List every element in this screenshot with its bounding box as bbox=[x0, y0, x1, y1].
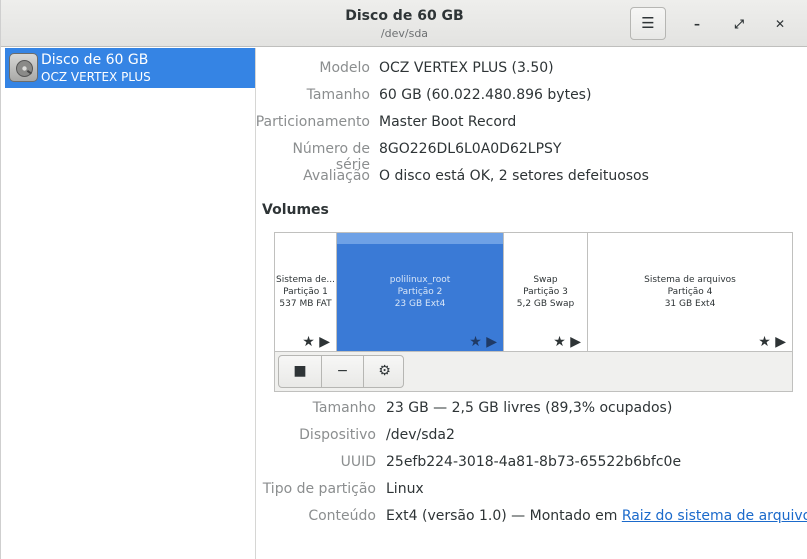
partition-star-play-icon: ★ ▶ bbox=[469, 334, 497, 350]
maximize-button[interactable]: ⤢ bbox=[728, 13, 750, 35]
volume-toolbar: ■ − ⚙ bbox=[274, 352, 793, 392]
partition-name: Sistema de arquivos bbox=[644, 275, 736, 285]
partition-name: polilinux_root bbox=[389, 275, 451, 285]
partition-name: Sistema de... bbox=[276, 275, 335, 285]
assessment-value: O disco está OK, 2 setores defeituosos bbox=[379, 168, 649, 184]
partition-star-play-icon: ★ ▶ bbox=[758, 334, 786, 350]
partition-type-value: Linux bbox=[386, 481, 424, 497]
stop-icon: ■ bbox=[293, 363, 307, 379]
partition-star-play-icon: ★ ▶ bbox=[302, 334, 330, 350]
contents-label: Conteúdo bbox=[308, 508, 376, 524]
device-value: /dev/sda2 bbox=[386, 427, 455, 443]
partition-options-button[interactable]: ⚙ bbox=[363, 356, 405, 387]
disks-window: Disco de 60 GB /dev/sda ☰ – ⤢ ✕ Disco de… bbox=[0, 0, 807, 559]
minimize-button[interactable]: – bbox=[686, 13, 708, 35]
minus-icon: − bbox=[336, 363, 349, 379]
hamburger-icon: ☰ bbox=[641, 14, 655, 32]
volume-map: Sistema de... Partição 1 537 MB FAT ★ ▶ … bbox=[274, 232, 793, 352]
assessment-label: Avaliação bbox=[303, 168, 370, 184]
maximize-icon: ⤢ bbox=[734, 17, 744, 31]
partition-star-play-icon: ★ ▶ bbox=[553, 334, 581, 350]
close-icon: ✕ bbox=[774, 17, 786, 31]
partition-name: Swap bbox=[533, 275, 558, 285]
serial-value: 8GO226DL6L0A0D62LPSY bbox=[379, 141, 562, 157]
size-label: Tamanho bbox=[306, 87, 370, 103]
partition-type-label: Tipo de partição bbox=[262, 481, 376, 497]
minimize-icon: – bbox=[694, 17, 700, 31]
menu-button[interactable]: ☰ bbox=[630, 7, 666, 40]
partition-number: Partição 3 bbox=[523, 287, 568, 297]
partition-number: Partição 4 bbox=[667, 287, 713, 297]
drive-name: Disco de 60 GB bbox=[41, 52, 149, 68]
partition-info: 31 GB Ext4 bbox=[664, 299, 716, 309]
sidebar-item-disk[interactable]: Disco de 60 GB OCZ VERTEX PLUS bbox=[5, 48, 255, 88]
close-button[interactable]: ✕ bbox=[769, 13, 791, 35]
volumes-heading: Volumes bbox=[262, 202, 329, 218]
disk-icon bbox=[9, 53, 38, 82]
disk-details: Modelo OCZ VERTEX PLUS (3.50) Tamanho 60… bbox=[256, 48, 807, 559]
partition-3[interactable]: Swap Partição 3 5,2 GB Swap ★ ▶ bbox=[504, 233, 588, 351]
volume-button-group: ■ − ⚙ bbox=[278, 355, 404, 388]
mount-point-link[interactable]: Raiz do sistema de arquivos bbox=[622, 508, 807, 524]
sidebar: Disco de 60 GB OCZ VERTEX PLUS bbox=[1, 48, 256, 559]
gears-icon: ⚙ bbox=[378, 363, 391, 379]
uuid-label: UUID bbox=[340, 454, 376, 470]
model-label: Modelo bbox=[319, 60, 370, 76]
header-bar: Disco de 60 GB /dev/sda ☰ – ⤢ ✕ bbox=[1, 0, 807, 47]
uuid-value: 25efb224-3018-4a81-8b73-65522b6bfc0e bbox=[386, 454, 682, 470]
volume-size-value: 23 GB — 2,5 GB livres (89,3% ocupados) bbox=[386, 400, 673, 416]
partition-info: 537 MB FAT bbox=[279, 299, 332, 309]
partition-1[interactable]: Sistema de... Partição 1 537 MB FAT ★ ▶ bbox=[275, 233, 337, 351]
device-label: Dispositivo bbox=[299, 427, 376, 443]
partition-number: Partição 1 bbox=[283, 287, 328, 297]
unmount-button[interactable]: ■ bbox=[279, 356, 321, 387]
volume-size-label: Tamanho bbox=[312, 400, 376, 416]
delete-partition-button[interactable]: − bbox=[321, 356, 363, 387]
size-value: 60 GB (60.022.480.896 bytes) bbox=[379, 87, 592, 103]
partition-info: 23 GB Ext4 bbox=[394, 299, 446, 309]
partition-number: Partição 2 bbox=[397, 287, 443, 297]
partitioning-value: Master Boot Record bbox=[379, 114, 517, 130]
drive-model: OCZ VERTEX PLUS bbox=[41, 70, 151, 84]
partition-2[interactable]: polilinux_root Partição 2 23 GB Ext4 ★ ▶ bbox=[337, 233, 504, 351]
contents-value: Ext4 (versão 1.0) — Montado em Raiz do s… bbox=[386, 508, 807, 524]
contents-text: Ext4 (versão 1.0) — Montado em bbox=[386, 508, 622, 524]
partition-info: 5,2 GB Swap bbox=[516, 299, 575, 309]
model-value: OCZ VERTEX PLUS (3.50) bbox=[379, 60, 554, 76]
partition-4[interactable]: Sistema de arquivos Partição 4 31 GB Ext… bbox=[588, 233, 792, 351]
partitioning-label: Particionamento bbox=[255, 114, 370, 130]
